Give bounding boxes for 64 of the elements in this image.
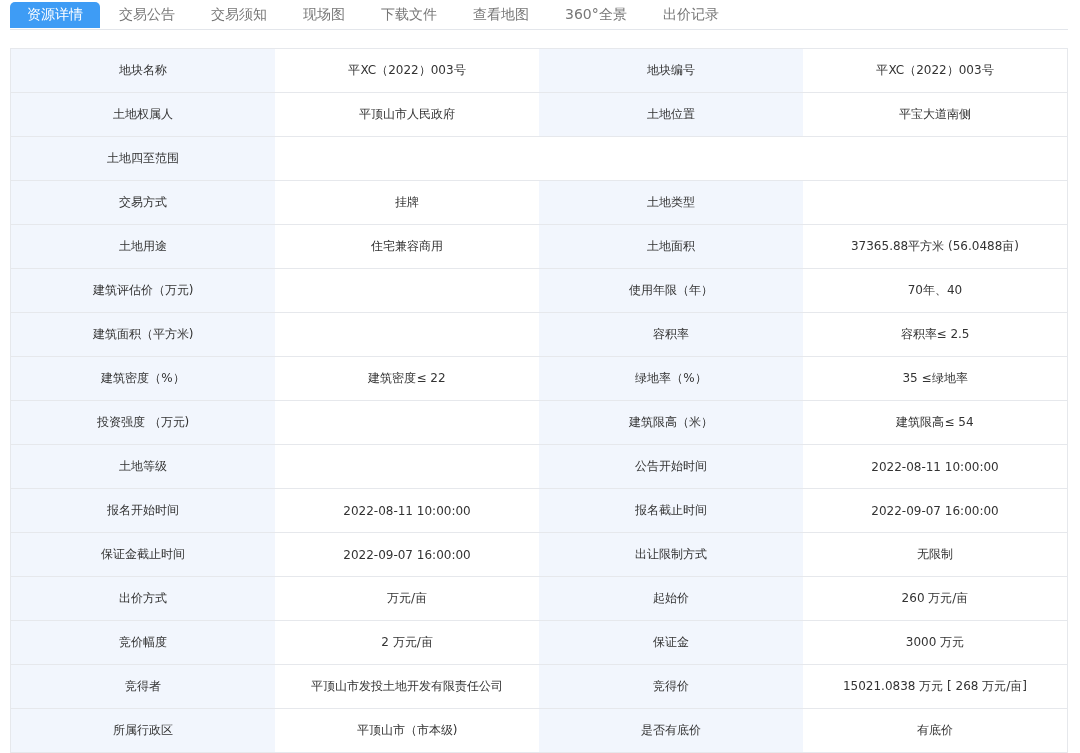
- field-value: 2022-09-07 16:00:00: [275, 532, 539, 577]
- field-label: 保证金: [539, 620, 803, 665]
- field-label: 起始价: [539, 576, 803, 621]
- tab[interactable]: 交易公告: [102, 2, 192, 28]
- field-value: 平XC（2022）003号: [275, 49, 539, 93]
- field-label: 报名截止时间: [539, 488, 803, 533]
- field-value: 无限制: [803, 532, 1067, 577]
- field-value: 70年、40: [803, 268, 1067, 313]
- field-label: 土地类型: [539, 180, 803, 225]
- field-label: 建筑限高（米）: [539, 400, 803, 445]
- field-label: 出让限制方式: [539, 532, 803, 577]
- field-label: 土地四至范围: [11, 136, 275, 181]
- field-label: 竞得价: [539, 664, 803, 709]
- field-value: 2022-09-07 16:00:00: [803, 488, 1067, 533]
- field-value: 平顶山市（市本级): [275, 708, 539, 753]
- field-value: 35 ≤绿地率: [803, 356, 1067, 401]
- field-label: 建筑面积（平方米): [11, 312, 275, 357]
- field-label: 出价方式: [11, 576, 275, 621]
- field-label: 绿地率（%）: [539, 356, 803, 401]
- field-label: 投资强度 （万元): [11, 400, 275, 445]
- tab[interactable]: 现场图: [286, 2, 362, 28]
- field-label: 报名开始时间: [11, 488, 275, 533]
- field-value: 建筑密度≤ 22: [275, 356, 539, 401]
- field-label: 交易方式: [11, 180, 275, 225]
- field-value: 平顶山市人民政府: [275, 92, 539, 137]
- field-value: 容积率≤ 2.5: [803, 312, 1067, 357]
- field-value: 2022-08-11 10:00:00: [803, 444, 1067, 489]
- field-value: 平顶山市发投土地开发有限责任公司: [275, 664, 539, 709]
- field-value: 住宅兼容商用: [275, 224, 539, 269]
- field-label: 土地权属人: [11, 92, 275, 137]
- field-label: 土地位置: [539, 92, 803, 137]
- field-label: 土地用途: [11, 224, 275, 269]
- field-value: 挂牌: [275, 180, 539, 225]
- tab[interactable]: 交易须知: [194, 2, 284, 28]
- field-label: 保证金截止时间: [11, 532, 275, 577]
- field-label: 土地等级: [11, 444, 275, 489]
- field-label: 建筑密度（%）: [11, 356, 275, 401]
- field-value: 260 万元/亩: [803, 576, 1067, 621]
- tab[interactable]: 查看地图: [456, 2, 546, 28]
- field-label: 竞价幅度: [11, 620, 275, 665]
- field-value: 建筑限高≤ 54: [803, 400, 1067, 445]
- field-value: 3000 万元: [803, 620, 1067, 665]
- field-label: 是否有底价: [539, 708, 803, 753]
- field-label: 地块编号: [539, 49, 803, 93]
- field-value: 有底价: [803, 708, 1067, 753]
- field-label: 地块名称: [11, 49, 275, 93]
- field-value: 37365.88平方米 (56.0488亩): [803, 224, 1067, 269]
- tab[interactable]: 出价记录: [645, 2, 736, 28]
- field-value: 2022-08-11 10:00:00: [275, 488, 539, 533]
- field-label: 竞得者: [11, 664, 275, 709]
- field-label: 容积率: [539, 312, 803, 357]
- field-label: 公告开始时间: [539, 444, 803, 489]
- field-value: 2 万元/亩: [275, 620, 539, 665]
- field-value: 平宝大道南侧: [803, 92, 1067, 137]
- tab[interactable]: 资源详情: [10, 2, 100, 28]
- field-value: 15021.0838 万元 [ 268 万元/亩]: [803, 664, 1067, 709]
- field-label: 土地面积: [539, 224, 803, 269]
- field-label: 建筑评估价（万元): [11, 268, 275, 313]
- field-value: 平XC（2022）003号: [803, 49, 1067, 93]
- tab[interactable]: 下载文件: [364, 2, 454, 28]
- field-label: 所属行政区: [11, 708, 275, 753]
- tab[interactable]: 360°全景: [548, 2, 644, 28]
- field-value: 万元/亩: [275, 576, 539, 621]
- field-label: 使用年限（年）: [539, 268, 803, 313]
